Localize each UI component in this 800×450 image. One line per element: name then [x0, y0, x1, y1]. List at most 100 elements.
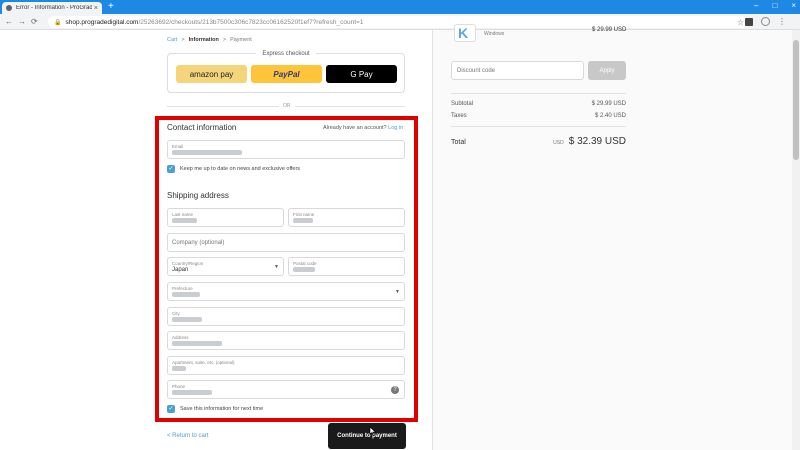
total-currency: USD — [553, 140, 564, 146]
product-price: $ 29.99 USD — [592, 27, 627, 33]
product-thumbnail: K — [454, 24, 476, 42]
summary-divider — [451, 126, 626, 127]
login-link[interactable]: Log in — [388, 125, 403, 131]
breadcrumb-information: Information — [188, 37, 219, 43]
discount-code-input[interactable]: Discount code — [451, 61, 584, 80]
new-tab-icon[interactable]: + — [108, 2, 114, 12]
phone-value-redacted — [172, 390, 212, 397]
breadcrumb: Cart > Information > Payment — [167, 37, 252, 43]
scrollbar-thumb[interactable] — [793, 40, 799, 160]
total-label: Total — [451, 139, 466, 146]
address-value-redacted — [172, 341, 222, 348]
breadcrumb-separator: > — [181, 37, 185, 43]
city-field[interactable]: City — [167, 307, 405, 326]
browser-menu-icon[interactable]: ⋮ — [778, 17, 786, 26]
return-to-cart-link[interactable]: < Return to cart — [167, 433, 209, 439]
forward-icon[interactable]: → — [18, 17, 26, 26]
bookmark-star-icon[interactable]: ☆ — [737, 18, 744, 27]
product-variant: Windows — [484, 31, 505, 37]
minimize-icon[interactable]: – — [754, 1, 758, 10]
total-amount: $ 32.39 USD — [568, 136, 626, 147]
checkout-page: Cart > Information > Payment Express che… — [0, 24, 800, 450]
mouse-cursor-icon — [369, 427, 376, 436]
subtotal-row: Subtotal $ 29.99 USD — [451, 101, 626, 107]
phone-field[interactable]: Phone ? — [167, 380, 405, 399]
city-label: City — [172, 311, 180, 316]
maximize-icon[interactable]: □ — [772, 1, 777, 10]
address-bar[interactable]: 🔒 shop.progradedigital.com /25263692/che… — [48, 16, 748, 28]
apply-discount-button[interactable]: Apply — [588, 61, 626, 80]
page-scrollbar[interactable] — [792, 30, 800, 450]
email-field[interactable]: Email — [167, 140, 405, 159]
breadcrumb-separator: > — [222, 37, 227, 43]
company-placeholder: Company (optional) — [172, 240, 225, 246]
amazon-pay-button[interactable]: amazon pay — [176, 65, 247, 83]
last-name-label: Last name — [172, 212, 194, 217]
browser-toolbar: ← → ⟳ 🔒 shop.progradedigital.com /252636… — [0, 14, 800, 30]
browser-tab[interactable]: Error - Information - ProGrade × — [2, 2, 102, 14]
prefecture-select[interactable]: Prefecture ▼ — [167, 282, 405, 301]
subtotal-label: Subtotal — [451, 101, 474, 107]
extension-icon[interactable] — [745, 17, 753, 26]
apartment-field[interactable]: Apartment, suite, etc. (optional) — [167, 356, 405, 375]
first-name-value-redacted — [293, 218, 313, 225]
newsletter-checkbox-row[interactable]: ✓ Keep me up to date on news and exclusi… — [167, 165, 300, 173]
phone-label: Phone — [172, 384, 186, 389]
country-value: Japan — [172, 267, 189, 273]
browser-tab-bar: Error - Information - ProGrade × + – □ × — [0, 0, 800, 14]
tab-favicon-icon — [6, 5, 12, 11]
breadcrumb-payment: Payment — [230, 37, 252, 43]
url-path: /25263692/checkouts/213b7500c306c7823cc0… — [138, 18, 364, 26]
address-label: Address — [172, 335, 189, 340]
account-prompt: Already have an account? Log in — [323, 125, 403, 131]
prefecture-value-redacted — [172, 292, 200, 299]
city-value-redacted — [172, 317, 202, 324]
profile-icon[interactable] — [761, 17, 770, 26]
help-question-icon[interactable]: ? — [391, 386, 399, 394]
paypal-button[interactable]: PayPal — [251, 65, 322, 83]
google-pay-button[interactable]: G Pay — [326, 65, 397, 83]
subtotal-value: $ 29.99 USD — [591, 101, 626, 107]
express-checkout-box: Express checkout amazon pay PayPal G Pay — [167, 51, 405, 93]
product-logo-icon: K — [458, 25, 469, 41]
back-icon[interactable]: ← — [5, 17, 13, 26]
express-checkout-title: Express checkout — [256, 51, 316, 57]
prefecture-label: Prefecture — [172, 286, 193, 291]
save-info-checkbox-row[interactable]: ✓ Save this information for next time — [167, 405, 263, 413]
total-value-group: USD $ 32.39 USD — [553, 136, 626, 147]
save-info-label: Save this information for next time — [180, 406, 264, 412]
save-info-checkbox[interactable]: ✓ — [167, 405, 175, 413]
newsletter-checkbox[interactable]: ✓ — [167, 165, 175, 173]
last-name-field[interactable]: Last name — [167, 208, 284, 227]
shipping-title: Shipping address — [167, 191, 229, 200]
apartment-value-redacted — [172, 366, 186, 373]
apartment-label: Apartment, suite, etc. (optional) — [172, 360, 235, 365]
country-select[interactable]: Country/Region Japan ▼ — [167, 257, 284, 276]
first-name-field[interactable]: First name — [288, 208, 405, 227]
postal-code-label: Postal code — [293, 261, 317, 266]
company-field[interactable]: Company (optional) — [167, 233, 405, 252]
contact-title: Contact information — [167, 123, 237, 132]
first-name-label: First name — [293, 212, 315, 217]
tab-title: Error - Information - ProGrade — [16, 5, 92, 11]
taxes-value: $ 2.40 USD — [594, 113, 626, 119]
taxes-row: Taxes $ 2.40 USD — [451, 113, 626, 119]
extension-area: ⋮ — [745, 17, 786, 26]
email-label: Email — [172, 144, 184, 149]
postal-code-value-redacted — [293, 267, 315, 274]
total-row: Total USD $ 32.39 USD — [451, 136, 626, 147]
chevron-down-icon: ▼ — [395, 289, 400, 295]
last-name-value-redacted — [172, 218, 197, 225]
chevron-down-icon: ▼ — [274, 264, 279, 270]
breadcrumb-cart[interactable]: Cart — [167, 37, 177, 43]
reload-icon[interactable]: ⟳ — [31, 17, 38, 26]
tab-close-icon[interactable]: × — [94, 5, 98, 12]
postal-code-field[interactable]: Postal code — [288, 257, 405, 276]
continue-to-payment-button[interactable]: Continue to payment — [328, 423, 406, 449]
email-value-redacted — [172, 150, 242, 157]
country-label: Country/Region — [172, 261, 204, 266]
address-field[interactable]: Address — [167, 331, 405, 350]
summary-divider — [451, 93, 626, 94]
account-prompt-text: Already have an account? — [323, 125, 387, 131]
window-close-icon[interactable]: × — [791, 1, 796, 10]
